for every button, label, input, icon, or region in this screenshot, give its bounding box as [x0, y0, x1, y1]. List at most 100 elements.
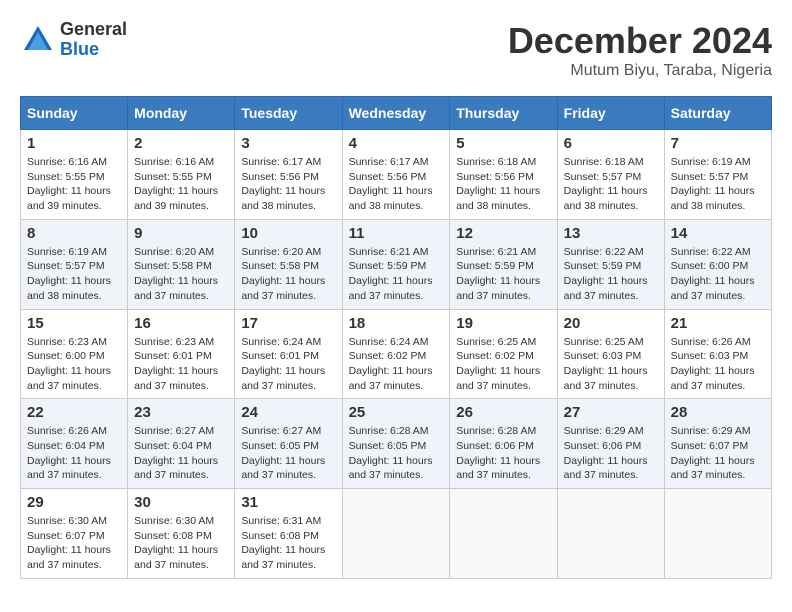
- calendar-cell: 8Sunrise: 6:19 AMSunset: 5:57 PMDaylight…: [21, 219, 128, 309]
- day-number: 4: [349, 135, 444, 152]
- calendar-week-5: 29 Sunrise: 6:30 AMSunset: 6:07 PMDayligh…: [21, 489, 772, 579]
- day-number: 11: [349, 225, 444, 242]
- calendar-cell: [557, 489, 664, 579]
- calendar-cell: [342, 489, 450, 579]
- day-info: Sunrise: 6:25 AMSunset: 6:03 PMDaylight:…: [564, 335, 658, 394]
- day-number: 26: [456, 404, 550, 421]
- day-number: 30: [134, 494, 228, 511]
- day-info: Sunrise: 6:18 AMSunset: 5:56 PMDaylight:…: [456, 155, 550, 214]
- day-number: 21: [671, 315, 765, 332]
- calendar-cell: 17Sunrise: 6:24 AMSunset: 6:01 PMDayligh…: [235, 309, 342, 399]
- day-number: 6: [564, 135, 658, 152]
- day-number: 28: [671, 404, 765, 421]
- day-number: 22: [27, 404, 121, 421]
- day-number: 5: [456, 135, 550, 152]
- calendar-week-2: 8Sunrise: 6:19 AMSunset: 5:57 PMDaylight…: [21, 219, 772, 309]
- day-info: Sunrise: 6:22 AMSunset: 6:00 PMDaylight:…: [671, 245, 765, 304]
- day-number: 25: [349, 404, 444, 421]
- month-title: December 2024: [508, 20, 772, 62]
- day-header-saturday: Saturday: [664, 97, 771, 130]
- logo: General Blue: [20, 20, 127, 60]
- day-header-tuesday: Tuesday: [235, 97, 342, 130]
- calendar-cell: 1 Sunrise: 6:16 AMSunset: 5:55 PMDaylight…: [21, 130, 128, 220]
- day-info: Sunrise: 6:29 AMSunset: 6:07 PMDaylight:…: [671, 424, 765, 483]
- day-info: Sunrise: 6:28 AMSunset: 6:06 PMDaylight:…: [456, 424, 550, 483]
- day-number: 8: [27, 225, 121, 242]
- calendar-cell: 5 Sunrise: 6:18 AMSunset: 5:56 PMDaylight…: [450, 130, 557, 220]
- calendar-cell: 3Sunrise: 6:17 AMSunset: 5:56 PMDaylight…: [235, 130, 342, 220]
- calendar-cell: 6Sunrise: 6:18 AMSunset: 5:57 PMDaylight…: [557, 130, 664, 220]
- day-number: 20: [564, 315, 658, 332]
- calendar-cell: 30 Sunrise: 6:30 AMSunset: 6:08 PMDayligh…: [128, 489, 235, 579]
- day-number: 14: [671, 225, 765, 242]
- day-number: 10: [241, 225, 335, 242]
- day-info: Sunrise: 6:26 AMSunset: 6:04 PMDaylight:…: [27, 424, 121, 483]
- day-info: Sunrise: 6:20 AMSunset: 5:58 PMDaylight:…: [134, 245, 228, 304]
- day-info: Sunrise: 6:30 AMSunset: 6:07 PMDaylight:…: [27, 514, 121, 573]
- calendar-cell: 31 Sunrise: 6:31 AMSunset: 6:08 PMDayligh…: [235, 489, 342, 579]
- day-header-thursday: Thursday: [450, 97, 557, 130]
- day-info: Sunrise: 6:23 AMSunset: 6:01 PMDaylight:…: [134, 335, 228, 394]
- day-number: 29: [27, 494, 121, 511]
- calendar-header-row: SundayMondayTuesdayWednesdayThursdayFrid…: [21, 97, 772, 130]
- calendar-cell: 20 Sunrise: 6:25 AMSunset: 6:03 PMDayligh…: [557, 309, 664, 399]
- day-number: 16: [134, 315, 228, 332]
- day-info: Sunrise: 6:16 AMSunset: 5:55 PMDaylight:…: [27, 155, 121, 214]
- day-info: Sunrise: 6:30 AMSunset: 6:08 PMDaylight:…: [134, 514, 228, 573]
- day-info: Sunrise: 6:26 AMSunset: 6:03 PMDaylight:…: [671, 335, 765, 394]
- calendar-cell: 15 Sunrise: 6:23 AMSunset: 6:00 PMDayligh…: [21, 309, 128, 399]
- day-info: Sunrise: 6:31 AMSunset: 6:08 PMDaylight:…: [241, 514, 335, 573]
- calendar-cell: 2 Sunrise: 6:16 AMSunset: 5:55 PMDaylight…: [128, 130, 235, 220]
- day-number: 7: [671, 135, 765, 152]
- day-info: Sunrise: 6:28 AMSunset: 6:05 PMDaylight:…: [349, 424, 444, 483]
- day-info: Sunrise: 6:25 AMSunset: 6:02 PMDaylight:…: [456, 335, 550, 394]
- day-info: Sunrise: 6:23 AMSunset: 6:00 PMDaylight:…: [27, 335, 121, 394]
- day-number: 15: [27, 315, 121, 332]
- day-header-friday: Friday: [557, 97, 664, 130]
- day-info: Sunrise: 6:27 AMSunset: 6:05 PMDaylight:…: [241, 424, 335, 483]
- calendar-cell: 13 Sunrise: 6:22 AMSunset: 5:59 PMDayligh…: [557, 219, 664, 309]
- calendar-cell: 25 Sunrise: 6:28 AMSunset: 6:05 PMDayligh…: [342, 399, 450, 489]
- day-number: 18: [349, 315, 444, 332]
- calendar-cell: [664, 489, 771, 579]
- logo-icon: [20, 22, 56, 58]
- day-number: 2: [134, 135, 228, 152]
- day-info: Sunrise: 6:24 AMSunset: 6:01 PMDaylight:…: [241, 335, 335, 394]
- calendar-cell: 21 Sunrise: 6:26 AMSunset: 6:03 PMDayligh…: [664, 309, 771, 399]
- day-info: Sunrise: 6:16 AMSunset: 5:55 PMDaylight:…: [134, 155, 228, 214]
- day-info: Sunrise: 6:19 AMSunset: 5:57 PMDaylight:…: [671, 155, 765, 214]
- calendar-cell: 4 Sunrise: 6:17 AMSunset: 5:56 PMDaylight…: [342, 130, 450, 220]
- day-info: Sunrise: 6:27 AMSunset: 6:04 PMDaylight:…: [134, 424, 228, 483]
- day-number: 24: [241, 404, 335, 421]
- day-info: Sunrise: 6:20 AMSunset: 5:58 PMDaylight:…: [241, 245, 335, 304]
- logo-general: General: [60, 20, 127, 40]
- day-header-sunday: Sunday: [21, 97, 128, 130]
- calendar-week-1: 1 Sunrise: 6:16 AMSunset: 5:55 PMDaylight…: [21, 130, 772, 220]
- calendar-cell: 29 Sunrise: 6:30 AMSunset: 6:07 PMDayligh…: [21, 489, 128, 579]
- calendar-cell: 12Sunrise: 6:21 AMSunset: 5:59 PMDayligh…: [450, 219, 557, 309]
- page-header: General Blue December 2024 Mutum Biyu, T…: [20, 20, 772, 80]
- calendar-cell: 22 Sunrise: 6:26 AMSunset: 6:04 PMDayligh…: [21, 399, 128, 489]
- day-number: 31: [241, 494, 335, 511]
- day-info: Sunrise: 6:17 AMSunset: 5:56 PMDaylight:…: [349, 155, 444, 214]
- day-number: 1: [27, 135, 121, 152]
- calendar-cell: 9Sunrise: 6:20 AMSunset: 5:58 PMDaylight…: [128, 219, 235, 309]
- logo-blue: Blue: [60, 40, 127, 60]
- calendar-cell: 27Sunrise: 6:29 AMSunset: 6:06 PMDayligh…: [557, 399, 664, 489]
- day-number: 27: [564, 404, 658, 421]
- day-info: Sunrise: 6:17 AMSunset: 5:56 PMDaylight:…: [241, 155, 335, 214]
- day-number: 19: [456, 315, 550, 332]
- calendar-cell: 19 Sunrise: 6:25 AMSunset: 6:02 PMDayligh…: [450, 309, 557, 399]
- calendar-cell: 14 Sunrise: 6:22 AMSunset: 6:00 PMDayligh…: [664, 219, 771, 309]
- calendar-cell: 10 Sunrise: 6:20 AMSunset: 5:58 PMDayligh…: [235, 219, 342, 309]
- calendar-table: SundayMondayTuesdayWednesdayThursdayFrid…: [20, 96, 772, 579]
- calendar-cell: 28 Sunrise: 6:29 AMSunset: 6:07 PMDayligh…: [664, 399, 771, 489]
- day-header-monday: Monday: [128, 97, 235, 130]
- day-header-wednesday: Wednesday: [342, 97, 450, 130]
- day-info: Sunrise: 6:21 AMSunset: 5:59 PMDaylight:…: [349, 245, 444, 304]
- day-info: Sunrise: 6:21 AMSunset: 5:59 PMDaylight:…: [456, 245, 550, 304]
- calendar-cell: 16 Sunrise: 6:23 AMSunset: 6:01 PMDayligh…: [128, 309, 235, 399]
- calendar-cell: 23Sunrise: 6:27 AMSunset: 6:04 PMDayligh…: [128, 399, 235, 489]
- day-info: Sunrise: 6:22 AMSunset: 5:59 PMDaylight:…: [564, 245, 658, 304]
- day-number: 13: [564, 225, 658, 242]
